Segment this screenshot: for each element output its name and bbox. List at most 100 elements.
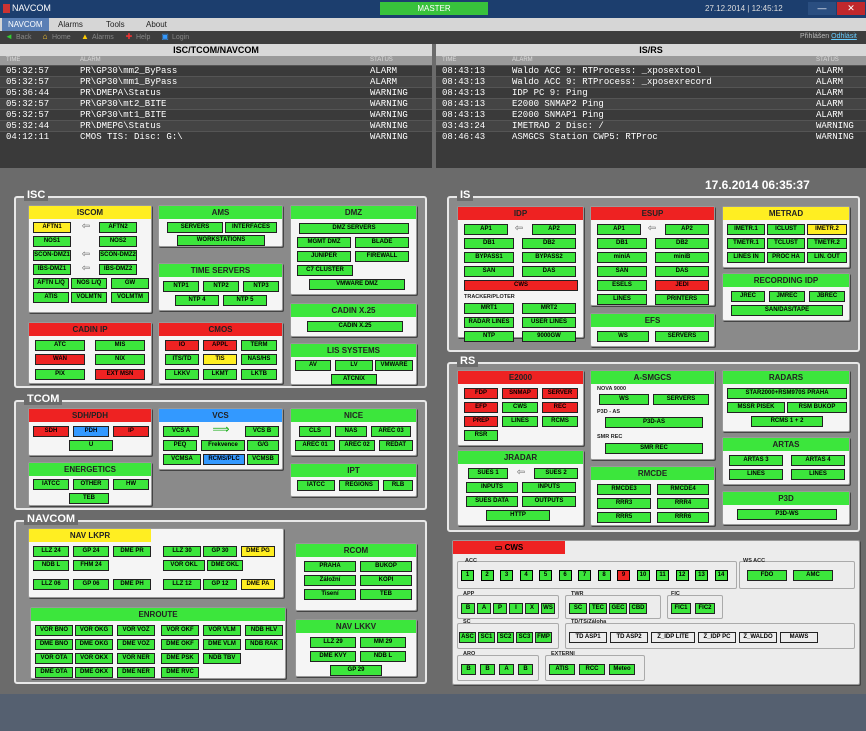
cws-button[interactable]: Z_IDP LITE: [651, 632, 695, 643]
status-button[interactable]: NOS2: [99, 236, 137, 247]
status-button[interactable]: VOR OKF: [161, 625, 199, 636]
col-time[interactable]: TIME: [442, 56, 456, 65]
home-button[interactable]: ⌂ Home: [40, 32, 71, 43]
status-button[interactable]: SAN: [464, 266, 514, 277]
status-button[interactable]: SMR REC: [605, 443, 703, 454]
panel-navlkkv-title[interactable]: NAV LKKV: [296, 620, 416, 633]
status-button[interactable]: CADIN X.25: [307, 321, 403, 332]
status-button[interactable]: DME PR: [113, 546, 151, 557]
status-button[interactable]: ARTAS 3: [729, 455, 783, 466]
cws-button[interactable]: P: [493, 603, 507, 614]
status-button[interactable]: BUKOP: [360, 561, 412, 572]
alarm-row[interactable]: 04:12:11 CMOS TIS: Disc: G:\ WARNING: [0, 131, 432, 142]
panel-ipt-title[interactable]: IPT: [291, 464, 416, 477]
cws-button[interactable]: FMP: [535, 632, 552, 643]
status-button[interactable]: KOPI: [360, 575, 412, 586]
status-button[interactable]: DME PSK: [161, 653, 199, 664]
status-button[interactable]: HW: [113, 479, 149, 490]
cws-button[interactable]: MAWS: [780, 632, 818, 643]
status-button[interactable]: MRT2: [522, 303, 576, 314]
status-button[interactable]: CWS: [464, 280, 578, 291]
back-button[interactable]: ◄ Back: [4, 32, 32, 43]
help-button[interactable]: ✚ Help: [124, 32, 151, 43]
status-button[interactable]: PREP: [464, 416, 498, 427]
cws-button[interactable]: SC2: [497, 632, 514, 643]
panel-radars-title[interactable]: RADARS: [723, 371, 849, 384]
status-button[interactable]: WS: [599, 394, 649, 405]
status-button[interactable]: AREC 01: [295, 440, 335, 451]
status-button[interactable]: DME PH: [113, 579, 151, 590]
menu-tools[interactable]: Tools: [100, 18, 131, 31]
status-button[interactable]: DME PG: [241, 546, 275, 557]
panel-energetics-title[interactable]: ENERGETICS: [29, 463, 151, 476]
panel-cadinx25-title[interactable]: CADIN X.25: [291, 304, 416, 317]
status-button[interactable]: INPUTS: [466, 482, 518, 493]
status-button[interactable]: DME OKG: [75, 639, 113, 650]
status-button[interactable]: VOLMTN: [71, 292, 107, 303]
cws-button[interactable]: AMC: [793, 570, 833, 581]
status-button[interactable]: DME VLM: [203, 639, 241, 650]
status-button[interactable]: JREC: [731, 291, 765, 302]
status-button[interactable]: BYPASS1: [464, 252, 514, 263]
cws-button[interactable]: TEC: [589, 603, 607, 614]
status-button[interactable]: P3D-AS: [605, 417, 703, 428]
status-button[interactable]: GP 06: [73, 579, 109, 590]
cws-button[interactable]: 8: [597, 570, 611, 581]
status-button[interactable]: DME PA: [241, 579, 275, 590]
cws-button[interactable]: 1: [461, 570, 474, 581]
status-button[interactable]: EXT MSN: [95, 369, 145, 380]
panel-artas-title[interactable]: ARTAS: [723, 438, 849, 451]
status-button[interactable]: SUES 1: [468, 468, 508, 479]
status-button[interactable]: PEQ: [163, 440, 197, 451]
menu-navcom[interactable]: NAVCOM: [2, 18, 49, 31]
status-button[interactable]: BLADE: [355, 237, 409, 248]
cws-button[interactable]: FIC2: [695, 603, 715, 614]
status-button[interactable]: STAR2000+RSM970S PRAHA: [727, 388, 847, 399]
cws-button[interactable]: FIC1: [671, 603, 691, 614]
status-button[interactable]: DMZ SERVERS: [299, 223, 409, 234]
status-button[interactable]: ICLUST: [767, 224, 805, 235]
status-button[interactable]: ATIS: [33, 292, 69, 303]
cws-button[interactable]: 6: [558, 570, 572, 581]
status-button[interactable]: ATC: [35, 340, 85, 351]
status-button[interactable]: WORKSTATIONS: [177, 235, 265, 246]
status-button[interactable]: DME RVC: [161, 667, 199, 678]
cws-button[interactable]: TD ASP1: [569, 632, 607, 643]
panel-rmcde-title[interactable]: RMCDE: [591, 467, 714, 480]
cws-button[interactable]: 3: [500, 570, 513, 581]
status-button[interactable]: ARTAS 4: [791, 455, 845, 466]
status-button[interactable]: INPUTS: [522, 482, 576, 493]
status-button[interactable]: DME OKF: [161, 639, 199, 650]
status-button[interactable]: VOR OKX: [75, 653, 113, 664]
cws-button[interactable]: Meteo: [609, 664, 635, 675]
panel-sdhpdh-title[interactable]: SDH/PDH: [29, 409, 151, 422]
status-button[interactable]: LINES: [791, 469, 845, 480]
panel-asmgcs-title[interactable]: A-SMGCS: [591, 371, 714, 384]
status-button[interactable]: JUNIPER: [297, 251, 351, 262]
status-button[interactable]: SERVERS: [167, 222, 223, 233]
status-button[interactable]: RSR: [464, 430, 498, 441]
status-button[interactable]: G/G: [247, 440, 279, 451]
status-button[interactable]: VOR VOZ: [117, 625, 155, 636]
status-button[interactable]: miniB: [655, 252, 709, 263]
cws-button[interactable]: WS: [541, 603, 555, 614]
status-button[interactable]: LV: [335, 360, 373, 371]
status-button[interactable]: DME KVY: [310, 651, 356, 662]
status-button[interactable]: USER LINES: [522, 317, 576, 328]
col-status[interactable]: STATUS: [816, 56, 839, 65]
status-button[interactable]: TMETR.2: [807, 238, 847, 249]
cws-button[interactable]: FDO: [747, 570, 787, 581]
panel-e2000-title[interactable]: E2000: [458, 371, 583, 384]
status-button[interactable]: RSM BUKOP: [787, 402, 847, 413]
cws-button[interactable]: SC1: [478, 632, 495, 643]
status-button[interactable]: RMCDE3: [597, 484, 651, 495]
panel-jradar-title[interactable]: JRADAR: [458, 451, 583, 464]
status-button[interactable]: FHM 24: [73, 560, 109, 571]
status-button[interactable]: GW: [111, 278, 149, 289]
status-button[interactable]: RRR5: [597, 512, 651, 523]
status-button[interactable]: RADAR LINES: [464, 317, 514, 328]
status-button[interactable]: LLZ 12: [163, 579, 201, 590]
status-button[interactable]: LINES: [502, 416, 538, 427]
status-button[interactable]: AP1: [464, 224, 508, 235]
status-button[interactable]: VOR OKG: [75, 625, 113, 636]
